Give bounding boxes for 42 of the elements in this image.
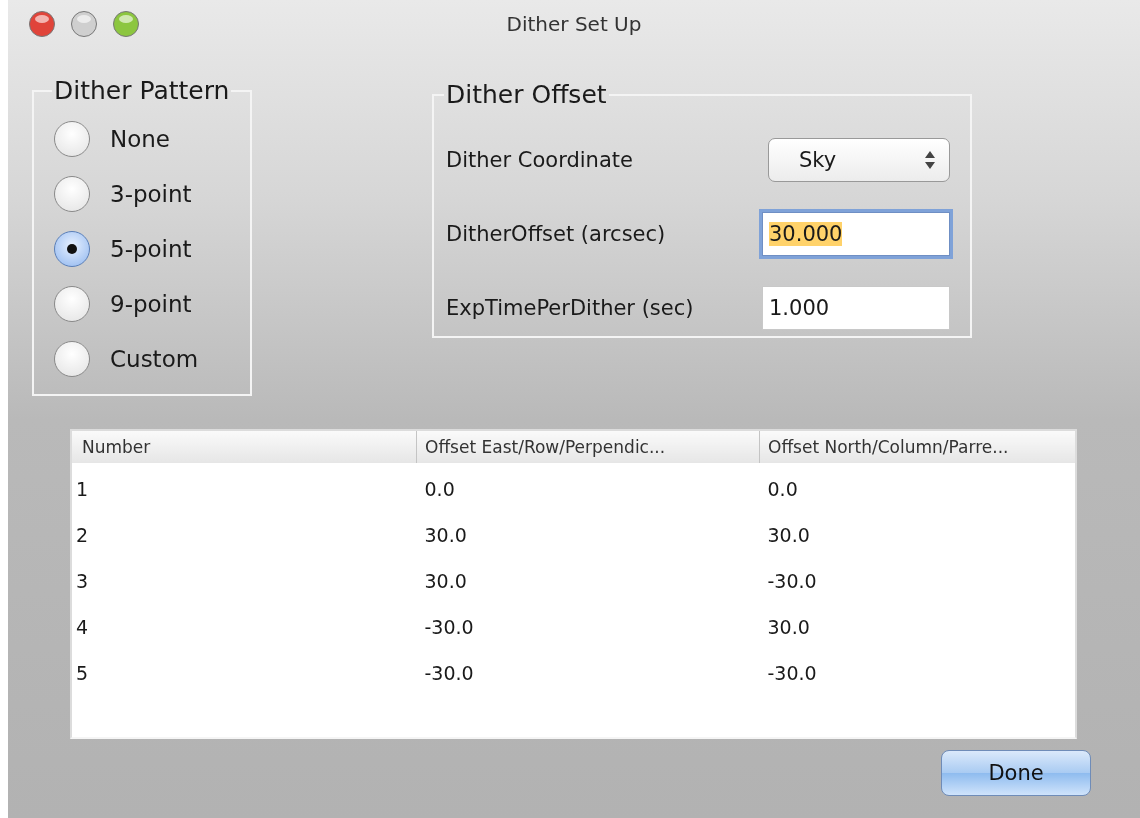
table-cell: 0.0	[416, 463, 760, 509]
radio-button[interactable]	[54, 120, 90, 157]
radio-label[interactable]: None	[110, 125, 170, 152]
radio-label[interactable]: 5-point	[110, 235, 192, 262]
table-cell-text: 3	[75, 569, 90, 594]
table-cell-text: 30.0	[766, 615, 811, 640]
panel-title: Dither Offset	[445, 80, 608, 109]
table-cell-text: 5	[75, 661, 90, 686]
table-cell-text: -30.0	[766, 569, 818, 594]
table-cell-text: 30.0	[423, 569, 468, 594]
up-down-arrows-icon	[923, 149, 937, 171]
radio-button[interactable]	[54, 340, 90, 377]
table-cell-text: 30.0	[766, 523, 811, 548]
window-title: Dither Set Up	[506, 12, 642, 36]
done-button[interactable]: Done	[941, 750, 1091, 796]
dropdown[interactable]: Sky	[768, 138, 950, 182]
table-cell-text: 4	[75, 615, 90, 640]
input-field[interactable]: 1.000	[762, 286, 950, 330]
panel-title: Dither Pattern	[53, 76, 231, 105]
radio-label[interactable]: Custom	[110, 345, 199, 372]
table-cell-text: -30.0	[423, 615, 475, 640]
field-label: DitherOffset (arcsec)	[446, 222, 666, 246]
radio-button[interactable]	[54, 230, 90, 267]
table-cell-text: 30.0	[423, 523, 468, 548]
column-header[interactable]: Offset North/Column/Parre...	[759, 431, 1075, 463]
radio-button[interactable]	[54, 285, 90, 322]
zoom-button-icon[interactable]	[112, 10, 140, 38]
close-button-icon[interactable]	[28, 10, 56, 38]
table-cell-text: -30.0	[423, 661, 475, 686]
field-label: Dither Coordinate	[446, 148, 633, 172]
column-header[interactable]: Number	[72, 431, 417, 463]
table-cell-text: 2	[75, 523, 90, 548]
table-cell: 1	[72, 463, 417, 509]
radio-label[interactable]: 9-point	[110, 290, 192, 317]
table-cell-text: -30.0	[766, 661, 818, 686]
radio-button[interactable]	[54, 175, 90, 212]
minimize-button-icon[interactable]	[70, 10, 98, 38]
field-label: ExpTimePerDither (sec)	[446, 296, 694, 320]
table-cell: 0.0	[759, 463, 1075, 509]
column-header[interactable]: Offset East/Row/Perpendic...	[416, 431, 760, 463]
input-field[interactable]: 30.000	[762, 212, 950, 256]
radio-label[interactable]: 3-point	[110, 180, 192, 207]
